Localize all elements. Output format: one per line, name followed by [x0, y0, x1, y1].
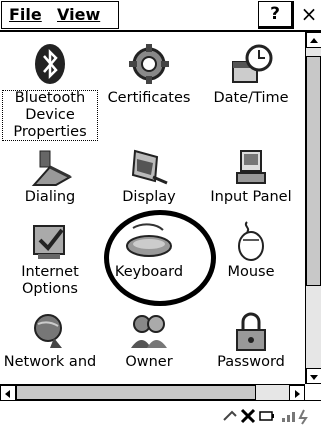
mouse-icon [238, 221, 264, 261]
item-dialing[interactable]: Dialing [2, 147, 98, 206]
menu-bar: File View ? × [0, 0, 321, 32]
battery-icon [259, 411, 274, 421]
signal-icon [282, 412, 295, 422]
arrow-up-icon [310, 38, 318, 43]
scroll-left-button[interactable] [0, 385, 16, 401]
network-icon [34, 314, 62, 348]
menu-view[interactable]: View [57, 5, 100, 24]
arrow-down-icon [310, 375, 318, 380]
owner-icon [131, 315, 167, 348]
vertical-scroll-thumb[interactable] [306, 56, 321, 286]
item-internet-options-label: Internet Options [21, 264, 79, 297]
scroll-up-button[interactable] [306, 32, 321, 48]
item-certificates-label: Certificates [107, 90, 191, 106]
menu-file[interactable]: File [9, 5, 42, 24]
item-date-time[interactable]: Date/Time [203, 40, 299, 107]
item-keyboard-label: Keyboard [114, 264, 184, 280]
internet-options-icon [33, 225, 65, 259]
display-icon [131, 149, 168, 185]
date-time-icon [232, 44, 273, 83]
power-icon [298, 409, 308, 425]
item-owner-label: Owner [125, 354, 173, 370]
item-network-label: Network and [3, 354, 97, 370]
close-button[interactable]: × [297, 1, 321, 29]
item-mouse-label: Mouse [227, 264, 275, 280]
certificates-icon [129, 44, 169, 84]
input-panel-icon [236, 150, 266, 184]
keyboard-icon [126, 223, 172, 257]
control-panel-grid: Bluetooth Device Properties Certificates… [0, 32, 305, 384]
scroll-right-button[interactable] [289, 385, 305, 401]
item-keyboard[interactable]: Keyboard [101, 220, 197, 281]
status-icons [223, 408, 308, 425]
help-button[interactable]: ? [258, 1, 294, 29]
password-icon [236, 312, 266, 351]
scroll-down-button[interactable] [306, 368, 321, 384]
wireless-off-icon [240, 408, 256, 424]
item-password[interactable]: Password [203, 312, 299, 371]
item-date-time-label: Date/Time [213, 90, 289, 106]
item-display-label: Display [122, 189, 176, 205]
item-mouse[interactable]: Mouse [203, 220, 299, 281]
connection-icon [223, 410, 237, 421]
horizontal-scroll-thumb[interactable] [16, 385, 256, 400]
item-bluetooth[interactable]: Bluetooth Device Properties [2, 40, 98, 141]
menu-view-label: View [57, 5, 101, 24]
item-internet-options[interactable]: Internet Options [2, 220, 98, 298]
item-input-panel[interactable]: Input Panel [203, 147, 299, 206]
arrow-right-icon [295, 390, 300, 398]
menu-group: File View [1, 1, 119, 29]
horizontal-scrollbar[interactable] [0, 384, 305, 401]
status-bar [0, 400, 321, 429]
item-certificates[interactable]: Certificates [101, 40, 197, 107]
item-dialing-label: Dialing [24, 189, 76, 205]
item-display[interactable]: Display [101, 147, 197, 206]
vertical-scrollbar[interactable] [305, 32, 321, 384]
item-bluetooth-label: Bluetooth Device Properties [2, 90, 98, 141]
item-password-label: Password [217, 354, 285, 370]
bluetooth-icon [35, 44, 65, 84]
item-input-panel-label: Input Panel [210, 189, 292, 205]
arrow-left-icon [5, 390, 10, 398]
dialing-icon [31, 150, 73, 186]
menu-file-label: File [9, 5, 42, 24]
item-owner[interactable]: Owner [101, 312, 197, 371]
item-network[interactable]: Network and [2, 312, 98, 371]
